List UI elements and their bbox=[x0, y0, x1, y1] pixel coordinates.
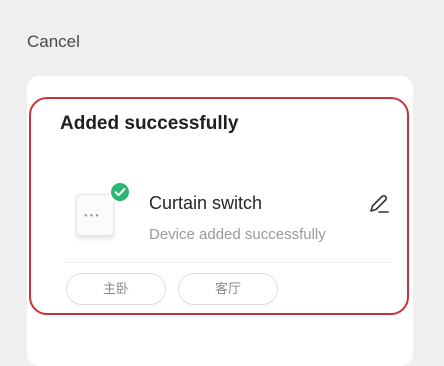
card-title: Added successfully bbox=[60, 113, 239, 134]
device-body: ●●● bbox=[76, 194, 114, 236]
divider bbox=[66, 262, 392, 263]
check-icon bbox=[109, 181, 131, 203]
device-dots: ●●● bbox=[84, 213, 101, 219]
device-status: Device added successfully bbox=[149, 226, 326, 243]
edit-button[interactable] bbox=[366, 192, 390, 216]
room-chip-master-bedroom[interactable]: 主卧 bbox=[66, 273, 166, 305]
room-chip-living-room[interactable]: 客厅 bbox=[178, 273, 278, 305]
cancel-button[interactable]: Cancel bbox=[27, 32, 80, 52]
pencil-icon bbox=[370, 194, 389, 213]
device-name: Curtain switch bbox=[149, 193, 263, 213]
